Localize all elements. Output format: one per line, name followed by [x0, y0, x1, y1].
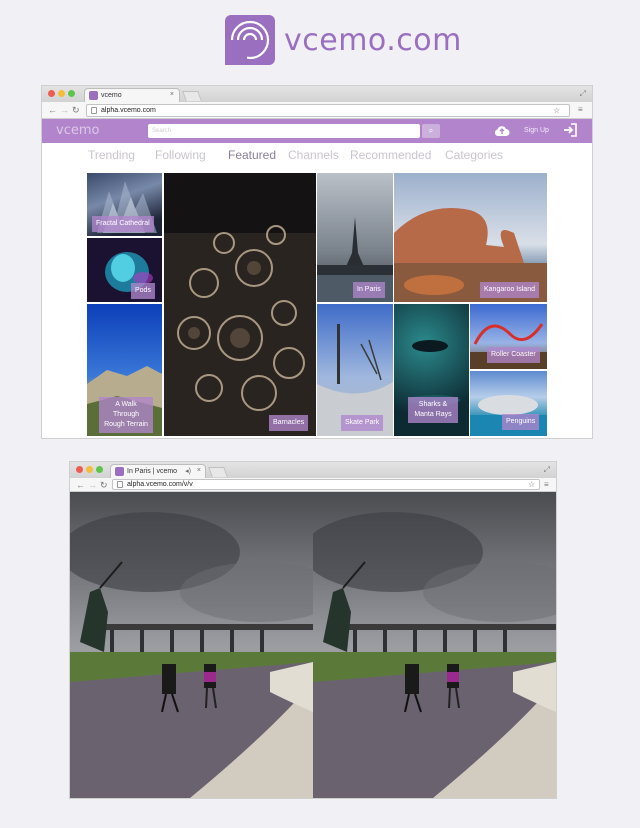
- new-tab-button[interactable]: [182, 91, 202, 101]
- video-tile-penguins[interactable]: Penguins: [470, 371, 547, 436]
- video-tile-skate-park[interactable]: Skate Park: [317, 304, 393, 436]
- minimize-window-button[interactable]: [58, 90, 65, 97]
- audio-playing-icon: ◂): [185, 468, 191, 475]
- tile-label: Pods: [131, 283, 155, 299]
- page: vcemo.com vcemo × ⤢ ← → ↻ alpha.vcemo.co…: [0, 0, 640, 828]
- reload-icon[interactable]: ↻: [100, 480, 108, 490]
- browser-toolbar: ← → ↻ alpha.vcemo.com/v/v ☆ ≡: [70, 478, 556, 492]
- close-window-button[interactable]: [76, 466, 83, 473]
- new-tab-button[interactable]: [208, 467, 228, 477]
- tile-label: Roller Coaster: [487, 347, 540, 363]
- tile-label: Barnacles: [269, 415, 309, 431]
- tab-close-icon[interactable]: ×: [197, 467, 201, 474]
- tile-label: Fractal Cathedral: [92, 216, 154, 232]
- vcemo-logo: vcemo.com: [224, 14, 462, 66]
- browser-tab[interactable]: In Paris | vcemo × ◂): [110, 464, 206, 478]
- stereo-video-player[interactable]: [70, 492, 556, 798]
- nav-channels[interactable]: Channels: [288, 148, 339, 162]
- fullscreen-icon[interactable]: ⤢: [580, 89, 586, 99]
- tab-title: In Paris | vcemo: [127, 468, 178, 475]
- search-input[interactable]: Search: [148, 124, 420, 138]
- browser-tab[interactable]: vcemo ×: [84, 88, 180, 102]
- fullscreen-icon[interactable]: ⤢: [544, 465, 550, 475]
- browser-window-home: vcemo × ⤢ ← → ↻ alpha.vcemo.com ☆ ≡ vcem…: [42, 86, 592, 438]
- video-tile-sharks-manta-rays[interactable]: Sharks & Manta Rays: [394, 304, 469, 436]
- search-icon: ⌕: [428, 126, 434, 135]
- vcemo-favicon-icon: [89, 91, 98, 100]
- url-text: alpha.vcemo.com: [101, 107, 156, 114]
- tile-label: In Paris: [353, 282, 385, 298]
- signup-link[interactable]: Sign Up: [524, 127, 549, 134]
- tile-label: Penguins: [502, 414, 540, 430]
- site-header: vcemo Search ⌕ Sign Up: [42, 119, 592, 143]
- address-bar[interactable]: alpha.vcemo.com: [86, 104, 570, 117]
- menu-icon[interactable]: ≡: [544, 480, 549, 489]
- star-icon[interactable]: ☆: [528, 480, 535, 489]
- tab-bar: vcemo × ⤢: [42, 86, 592, 102]
- tile-label: Sharks & Manta Rays: [408, 397, 458, 423]
- close-window-button[interactable]: [48, 90, 55, 97]
- tile-label: A Walk Through Rough Terrain: [99, 397, 153, 433]
- nav-trending[interactable]: Trending: [88, 148, 135, 162]
- video-tile-in-paris[interactable]: In Paris: [317, 173, 393, 302]
- nav-recommended[interactable]: Recommended: [350, 148, 431, 162]
- upload-cloud-icon[interactable]: [494, 124, 510, 138]
- reload-icon[interactable]: ↻: [72, 105, 80, 115]
- tab-close-icon[interactable]: ×: [170, 91, 174, 98]
- back-arrow-icon[interactable]: ←: [76, 480, 85, 490]
- nav-categories[interactable]: Categories: [445, 148, 503, 162]
- tab-bar: In Paris | vcemo × ◂) ⤢: [70, 462, 556, 478]
- video-left-eye: [70, 492, 313, 798]
- tile-label: Kangaroo Island: [480, 282, 539, 298]
- video-tile-rough-terrain[interactable]: A Walk Through Rough Terrain: [87, 304, 162, 436]
- page-icon: [117, 481, 123, 488]
- minimize-window-button[interactable]: [86, 466, 93, 473]
- search-button[interactable]: ⌕: [422, 124, 440, 138]
- vcemo-favicon-icon: [115, 467, 124, 476]
- video-tile-roller-coaster[interactable]: Roller Coaster: [470, 304, 547, 369]
- video-tile-pods[interactable]: Pods: [87, 238, 162, 302]
- browser-toolbar: ← → ↻ alpha.vcemo.com ☆ ≡: [42, 102, 592, 119]
- menu-icon[interactable]: ≡: [578, 105, 583, 114]
- star-icon[interactable]: ☆: [553, 106, 560, 115]
- vcemo-logo-icon: [225, 15, 275, 65]
- url-text: alpha.vcemo.com/v/v: [127, 481, 193, 488]
- video-tile-kangaroo-island[interactable]: Kangaroo Island: [394, 173, 547, 302]
- forward-arrow-icon[interactable]: →: [88, 480, 97, 490]
- featured-video-grid: Fractal Cathedral Pods A Walk Through Ro…: [87, 173, 547, 436]
- back-arrow-icon[interactable]: ←: [48, 105, 57, 115]
- forward-arrow-icon[interactable]: →: [60, 105, 69, 115]
- site-logo[interactable]: vcemo: [56, 123, 99, 138]
- login-icon[interactable]: [563, 123, 577, 140]
- video-tile-fractal-cathedral[interactable]: Fractal Cathedral: [87, 173, 162, 236]
- nav-featured[interactable]: Featured: [228, 148, 276, 162]
- nav-following[interactable]: Following: [155, 148, 206, 162]
- browser-window-player: In Paris | vcemo × ◂) ⤢ ← → ↻ alpha.vcem…: [70, 462, 556, 798]
- video-tile-barnacles[interactable]: Barnacles: [164, 173, 316, 436]
- logo-text: vcemo.com: [284, 22, 462, 58]
- page-icon: [91, 107, 97, 114]
- maximize-window-button[interactable]: [96, 466, 103, 473]
- address-bar[interactable]: alpha.vcemo.com/v/v: [112, 479, 540, 490]
- maximize-window-button[interactable]: [68, 90, 75, 97]
- tab-title: vcemo: [101, 92, 122, 99]
- tile-label: Skate Park: [341, 415, 384, 431]
- video-right-eye: [313, 492, 556, 798]
- category-nav: Trending Following Featured Channels Rec…: [42, 143, 592, 165]
